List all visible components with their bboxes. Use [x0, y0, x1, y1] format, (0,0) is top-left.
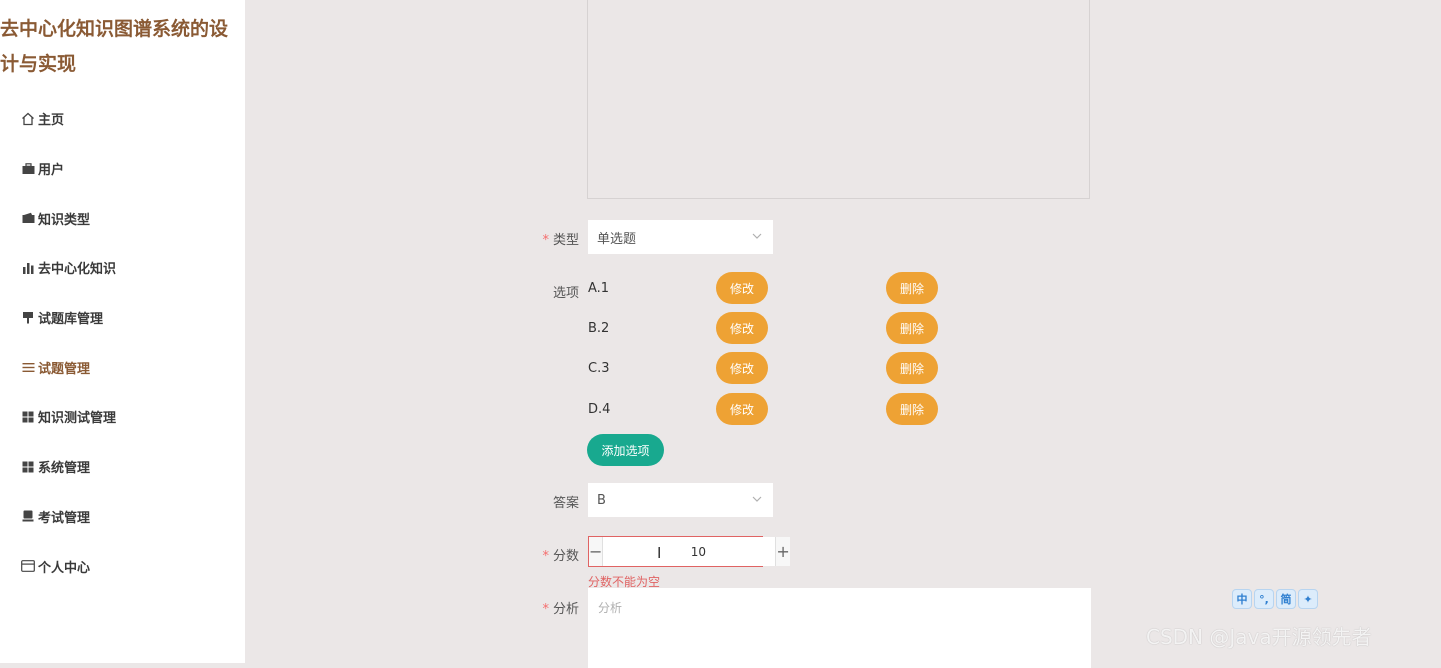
answer-label: 答案: [552, 496, 579, 511]
sidebar-item-label: 主页: [38, 113, 65, 129]
stamp-icon: [20, 508, 36, 524]
sidebar-item-label: 知识测试管理: [38, 411, 117, 427]
watermark: CSDN @Java开源领先者: [1146, 625, 1372, 649]
sidebar-item-label: 系统管理: [38, 461, 91, 477]
type-label: * 类型: [542, 233, 579, 248]
option-text-d: D.4: [588, 402, 611, 417]
sidebar-item-label: 考试管理: [38, 510, 91, 526]
chevron-down-icon: [752, 233, 762, 239]
content-textarea[interactable]: [587, 0, 1090, 199]
decrement-button[interactable]: −: [589, 537, 604, 566]
edit-option-a-button[interactable]: 修改: [716, 272, 768, 304]
delete-option-c-button[interactable]: 删除: [886, 352, 938, 384]
answer-select[interactable]: B: [588, 483, 773, 517]
text-cursor-icon: I: [657, 544, 662, 562]
option-text-a: A.1: [588, 281, 610, 296]
home-icon: [20, 111, 36, 127]
ime-chinese-icon[interactable]: 中: [1232, 589, 1252, 609]
analysis-label: * 分析: [542, 602, 579, 617]
ime-toolbar: 中 °, 简 ✦: [1232, 589, 1318, 609]
edit-option-b-button[interactable]: 修改: [716, 312, 768, 344]
sidebar-item-label: 试题管理: [38, 361, 91, 377]
sidebar-item-question-management[interactable]: 试题管理: [20, 342, 116, 392]
bar-chart-icon: [20, 260, 36, 276]
briefcase-icon: [20, 161, 36, 177]
options-label: 选项: [552, 286, 579, 301]
sidebar-item-profile[interactable]: 个人中心: [20, 541, 116, 591]
wallet-icon: [20, 210, 36, 226]
app-title: 去中心化知识图谱系统的设计与实现: [0, 18, 229, 75]
score-label: * 分数: [542, 549, 579, 564]
option-text-b: B.2: [588, 321, 610, 336]
card-icon: [20, 558, 36, 574]
sidebar-item-label: 去中心化知识: [38, 262, 117, 278]
sidebar-item-label: 知识类型: [38, 212, 91, 228]
add-option-button[interactable]: 添加选项: [587, 434, 664, 466]
answer-select-value: B: [597, 492, 606, 508]
sidebar-item-decentralized-knowledge[interactable]: 去中心化知识: [20, 243, 116, 293]
chevron-down-icon: [752, 496, 762, 502]
sidebar-item-question-bank[interactable]: 试题库管理: [20, 293, 116, 343]
sidebar-item-label: 用户: [38, 163, 65, 179]
type-select[interactable]: 单选题: [588, 220, 773, 254]
edit-option-c-button[interactable]: 修改: [716, 352, 768, 384]
type-select-value: 单选题: [597, 231, 637, 247]
delete-option-b-button[interactable]: 删除: [886, 312, 938, 344]
sidebar-item-knowledge-test[interactable]: 知识测试管理: [20, 392, 116, 442]
pin-icon: [20, 310, 36, 326]
grid-icon: [20, 409, 36, 425]
sidebar-item-label: 个人中心: [38, 560, 91, 576]
sidebar-item-exam[interactable]: 考试管理: [20, 492, 116, 542]
ime-punctuation-icon[interactable]: °,: [1254, 589, 1274, 609]
analysis-textarea[interactable]: [588, 588, 1091, 668]
edit-option-d-button[interactable]: 修改: [716, 393, 768, 425]
ime-simplified-icon[interactable]: 简: [1276, 589, 1296, 609]
option-text-c: C.3: [588, 361, 610, 376]
sidebar-item-users[interactable]: 用户: [20, 144, 116, 194]
score-input[interactable]: [603, 537, 776, 566]
delete-option-a-button[interactable]: 删除: [886, 272, 938, 304]
sidebar-item-label: 试题库管理: [38, 312, 104, 328]
sidebar: 去中心化知识图谱系统的设计与实现 主页 用户 知识类型 去中心化知识 试题库管理…: [0, 0, 245, 663]
sidebar-nav: 主页 用户 知识类型 去中心化知识 试题库管理 试题管理 知识测试管理 系统管理…: [20, 106, 116, 603]
list-icon: [20, 359, 36, 375]
score-stepper: − +: [588, 536, 790, 567]
ime-skin-icon[interactable]: ✦: [1298, 589, 1318, 609]
grid-icon: [20, 459, 36, 475]
delete-option-d-button[interactable]: 删除: [886, 393, 938, 425]
sidebar-item-home[interactable]: 主页: [20, 94, 116, 144]
increment-button[interactable]: +: [775, 537, 790, 566]
sidebar-item-system[interactable]: 系统管理: [20, 442, 116, 492]
sidebar-item-knowledge-type[interactable]: 知识类型: [20, 193, 116, 243]
